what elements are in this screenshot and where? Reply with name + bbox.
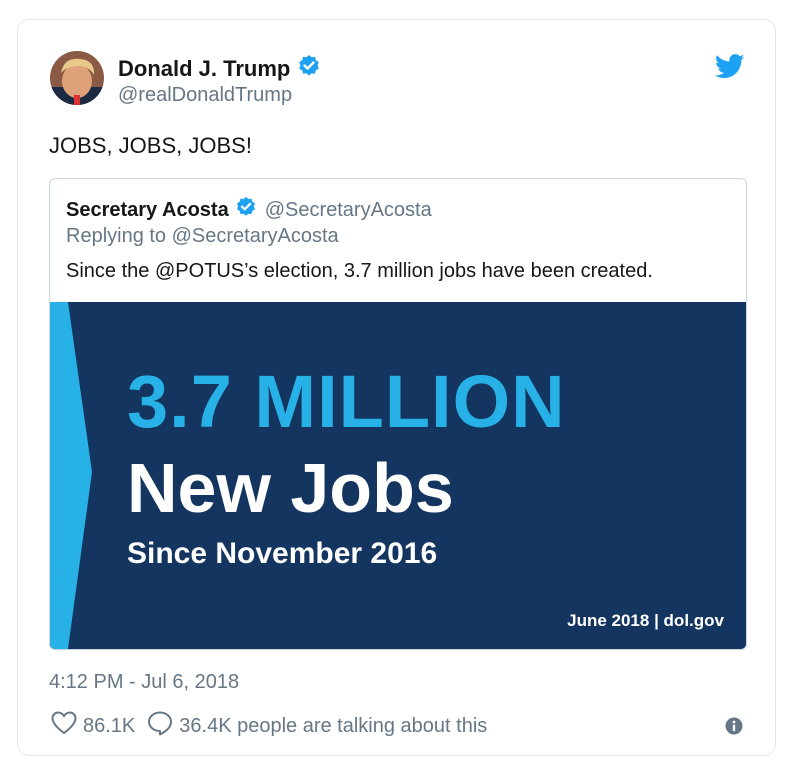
author-name: Donald J. Trump bbox=[118, 55, 291, 81]
author-name-row[interactable]: Donald J. Trump bbox=[118, 54, 321, 83]
reply-action[interactable]: 36.4K people are talking about this bbox=[147, 710, 487, 742]
heart-icon bbox=[51, 711, 77, 741]
author-avatar[interactable] bbox=[50, 51, 104, 105]
author-handle[interactable]: @realDonaldTrump bbox=[118, 83, 292, 107]
quoted-author-name: Secretary Acosta bbox=[66, 198, 229, 221]
tweet-timestamp[interactable]: 4:12 PM - Jul 6, 2018 bbox=[49, 670, 239, 694]
replying-to-handle[interactable]: @SecretaryAcosta bbox=[172, 225, 339, 247]
verified-badge-icon bbox=[297, 54, 321, 83]
embedded-tweet-card: Donald J. Trump @realDonaldTrump JOBS, J… bbox=[17, 19, 776, 756]
avatar-photo-icon bbox=[50, 51, 104, 105]
quoted-tweet-image[interactable]: 3.7 MILLION New Jobs Since November 2016… bbox=[50, 302, 746, 649]
verified-badge-icon bbox=[235, 196, 257, 223]
quoted-tweet[interactable]: Secretary Acosta @SecretaryAcosta Replyi… bbox=[49, 178, 747, 650]
twitter-bird-icon[interactable] bbox=[714, 54, 745, 84]
like-count: 86.1K bbox=[83, 715, 136, 737]
image-footer-text: June 2018 | dol.gov bbox=[567, 611, 724, 630]
tweet-text: JOBS, JOBS, JOBS! bbox=[49, 133, 252, 158]
like-action[interactable]: 86.1K bbox=[51, 711, 135, 741]
quoted-tweet-text: Since the @POTUS’s election, 3.7 million… bbox=[66, 260, 653, 282]
image-subheadline: New Jobs bbox=[127, 449, 454, 527]
image-headline: 3.7 MILLION bbox=[127, 360, 566, 443]
speech-bubble-icon bbox=[147, 710, 173, 742]
quoted-author-handle: @SecretaryAcosta bbox=[264, 198, 432, 221]
image-since-text: Since November 2016 bbox=[127, 537, 438, 570]
info-icon[interactable] bbox=[725, 717, 743, 740]
tweet-actions: 86.1K 36.4K people are talking about thi… bbox=[51, 710, 487, 742]
replying-to-line: Replying to @SecretaryAcosta bbox=[66, 224, 339, 248]
quoted-author-row: Secretary Acosta @SecretaryAcosta bbox=[66, 196, 432, 223]
replying-to-label: Replying to bbox=[66, 225, 167, 247]
conversation-count: 36.4K people are talking about this bbox=[179, 715, 488, 737]
